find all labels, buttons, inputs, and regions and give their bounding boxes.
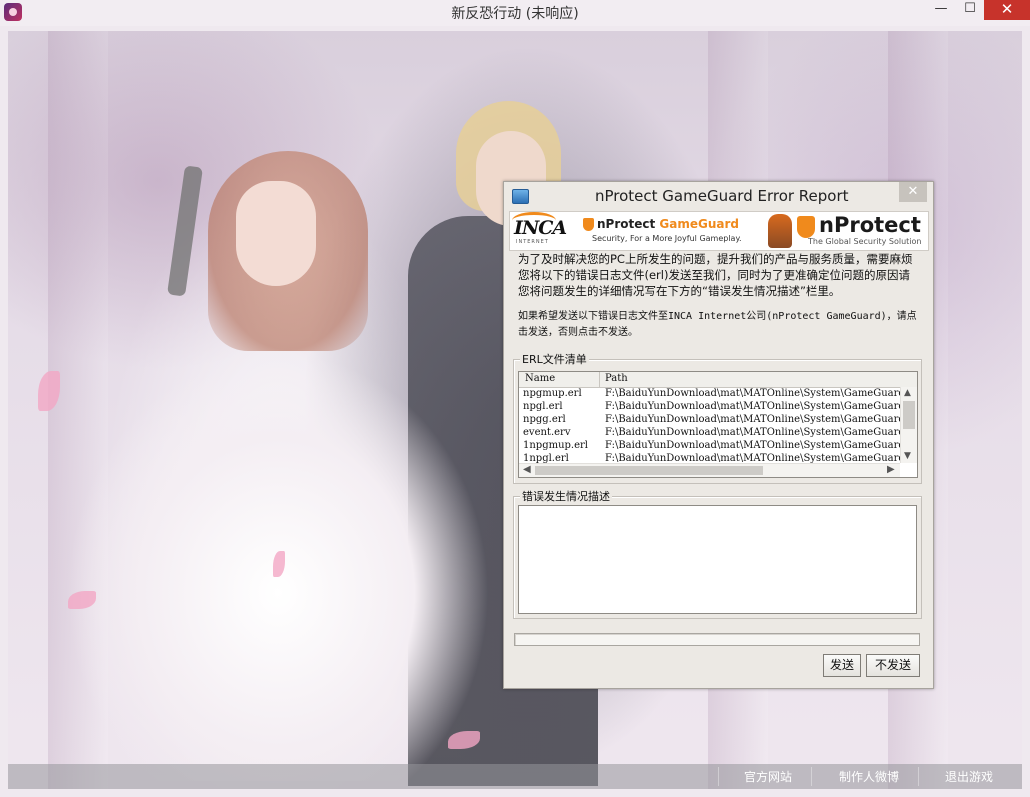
scroll-up-icon[interactable]: ▲ (904, 388, 911, 398)
send-prompt-text: 如果希望发送以下错误日志文件至INCA Internet公司(nProtect … (518, 311, 917, 338)
scroll-right-icon[interactable]: ▶ (887, 464, 895, 475)
horizontal-scrollbar[interactable]: ◀ ▶ (519, 463, 900, 477)
scroll-thumb[interactable] (535, 466, 763, 475)
upload-progress-bar (514, 633, 920, 646)
error-report-dialog: nProtect GameGuard Error Report ✕ INCA I… (503, 181, 934, 689)
pistol-image (167, 165, 203, 297)
maximize-button[interactable]: ☐ (956, 0, 984, 20)
column-header-path[interactable]: Path (605, 373, 628, 384)
file-path: F:\BaiduYunDownload\mat\MATOnline\System… (605, 401, 900, 412)
bottom-link-bar: 官方网站 制作人微博 退出游戏 (8, 764, 1022, 789)
file-path: F:\BaiduYunDownload\mat\MATOnline\System… (605, 388, 900, 399)
vertical-scrollbar[interactable]: ▲ ▼ (900, 387, 917, 463)
divider (918, 767, 919, 786)
list-item[interactable]: 1npgl.erl F:\BaiduYunDownload\mat\MATOnl… (519, 453, 900, 463)
list-item[interactable]: 1npgmup.erl F:\BaiduYunDownload\mat\MATO… (519, 440, 900, 453)
column-header-name[interactable]: Name (525, 373, 555, 384)
gameguard-logo-accent: GameGuard (659, 217, 739, 231)
nprotect-shield-icon (797, 216, 815, 238)
gameguard-tagline: Security, For a More Joyful Gameplay. (592, 234, 742, 243)
scroll-left-icon[interactable]: ◀ (523, 464, 531, 475)
gameguard-icon (512, 189, 529, 204)
producer-weibo-link[interactable]: 制作人微博 (839, 768, 899, 785)
list-item[interactable]: npgmup.erl F:\BaiduYunDownload\mat\MATOn… (519, 388, 900, 401)
file-path: F:\BaiduYunDownload\mat\MATOnline\System… (605, 453, 900, 463)
divider (811, 767, 812, 786)
inca-logo-subtitle: INTERNET (516, 239, 549, 245)
gameguard-logo-prefix: nProtect (597, 217, 660, 231)
erl-group-label: ERL文件清单 (520, 351, 589, 367)
file-name: npgg.erl (523, 414, 566, 425)
list-item[interactable]: npgl.erl F:\BaiduYunDownload\mat\MATOnli… (519, 401, 900, 414)
character-female-dress (68, 311, 488, 781)
nprotect-tagline: The Global Security Solution (808, 237, 922, 246)
list-header: Name Path (519, 372, 917, 388)
error-description-input[interactable] (518, 505, 917, 614)
list-item[interactable]: npgg.erl F:\BaiduYunDownload\mat\MATOnli… (519, 414, 900, 427)
instruction-text: 为了及时解决您的PC上所发生的问题，提升我们的产品与服务质量，需要麻烦您将以下的… (518, 252, 913, 298)
dont-send-button[interactable]: 不发送 (866, 654, 920, 677)
dialog-close-button[interactable]: ✕ (899, 182, 927, 202)
column-divider[interactable] (599, 372, 600, 387)
divider (718, 767, 719, 786)
error-description-group: 错误发生情况描述 (513, 488, 922, 619)
erl-file-group: ERL文件清单 Name Path npgmup.erl F:\BaiduYun… (513, 351, 922, 484)
file-name: event.erv (523, 427, 571, 438)
dialog-title: nProtect GameGuard Error Report (595, 187, 849, 205)
close-button[interactable]: ✕ (984, 0, 1030, 20)
file-name: 1npgmup.erl (523, 440, 589, 451)
dialog-titlebar: nProtect GameGuard Error Report ✕ (504, 182, 933, 210)
nprotect-logo: nProtect (819, 213, 921, 237)
window-titlebar: 新反恐行动 (未响应) — ☐ ✕ (0, 0, 1030, 26)
scroll-thumb[interactable] (903, 401, 915, 429)
minimize-button[interactable]: — (926, 0, 956, 20)
file-path: F:\BaiduYunDownload\mat\MATOnline\System… (605, 440, 900, 451)
file-name: npgmup.erl (523, 388, 582, 399)
scroll-down-icon[interactable]: ▼ (904, 451, 911, 461)
official-site-link[interactable]: 官方网站 (744, 768, 792, 785)
exit-game-link[interactable]: 退出游戏 (945, 768, 993, 785)
nprotect-banner: INCA INTERNET nProtect GameGuard Securit… (509, 211, 929, 251)
file-path: F:\BaiduYunDownload\mat\MATOnline\System… (605, 427, 900, 438)
file-name: 1npgl.erl (523, 453, 569, 463)
send-button[interactable]: 发送 (823, 654, 861, 677)
window-title: 新反恐行动 (未响应) (451, 6, 579, 22)
knight-mascot-icon (768, 214, 792, 248)
character-female-face (236, 181, 316, 286)
file-path: F:\BaiduYunDownload\mat\MATOnline\System… (605, 414, 900, 425)
inca-logo: INCA (514, 217, 567, 239)
erl-file-list[interactable]: Name Path npgmup.erl F:\BaiduYunDownload… (518, 371, 918, 478)
description-group-label: 错误发生情况描述 (520, 488, 612, 504)
gameguard-logo: nProtect GameGuard (597, 217, 739, 231)
file-name: npgl.erl (523, 401, 563, 412)
gameguard-shield-icon (583, 218, 594, 231)
list-item[interactable]: event.erv F:\BaiduYunDownload\mat\MATOnl… (519, 427, 900, 440)
